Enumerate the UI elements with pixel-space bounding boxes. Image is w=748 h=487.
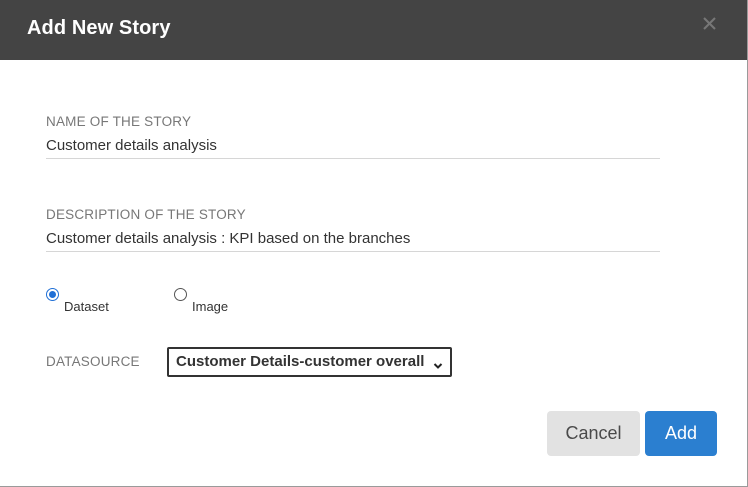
image-radio-label[interactable]: Image	[192, 299, 228, 314]
image-radio[interactable]	[174, 288, 187, 301]
story-description-label: DESCRIPTION OF THE STORY	[46, 207, 246, 222]
dataset-radio[interactable]	[46, 288, 59, 301]
dialog-header: Add New Story	[0, 0, 747, 60]
dataset-radio-label[interactable]: Dataset	[64, 299, 109, 314]
add-story-dialog: Add New Story NAME OF THE STORY DESCRIPT…	[0, 0, 748, 487]
dialog-title: Add New Story	[27, 17, 171, 39]
datasource-selected-value: Customer Details-customer overall	[176, 353, 425, 370]
story-name-input[interactable]	[46, 132, 660, 159]
close-icon[interactable]	[701, 15, 719, 33]
story-name-label: NAME OF THE STORY	[46, 114, 192, 129]
chevron-down-icon	[433, 357, 443, 375]
story-description-input[interactable]	[46, 225, 660, 252]
datasource-select[interactable]: Customer Details-customer overall	[167, 347, 452, 377]
datasource-label: DATASOURCE	[46, 354, 140, 369]
add-button[interactable]: Add	[645, 411, 717, 456]
cancel-button[interactable]: Cancel	[547, 411, 640, 456]
